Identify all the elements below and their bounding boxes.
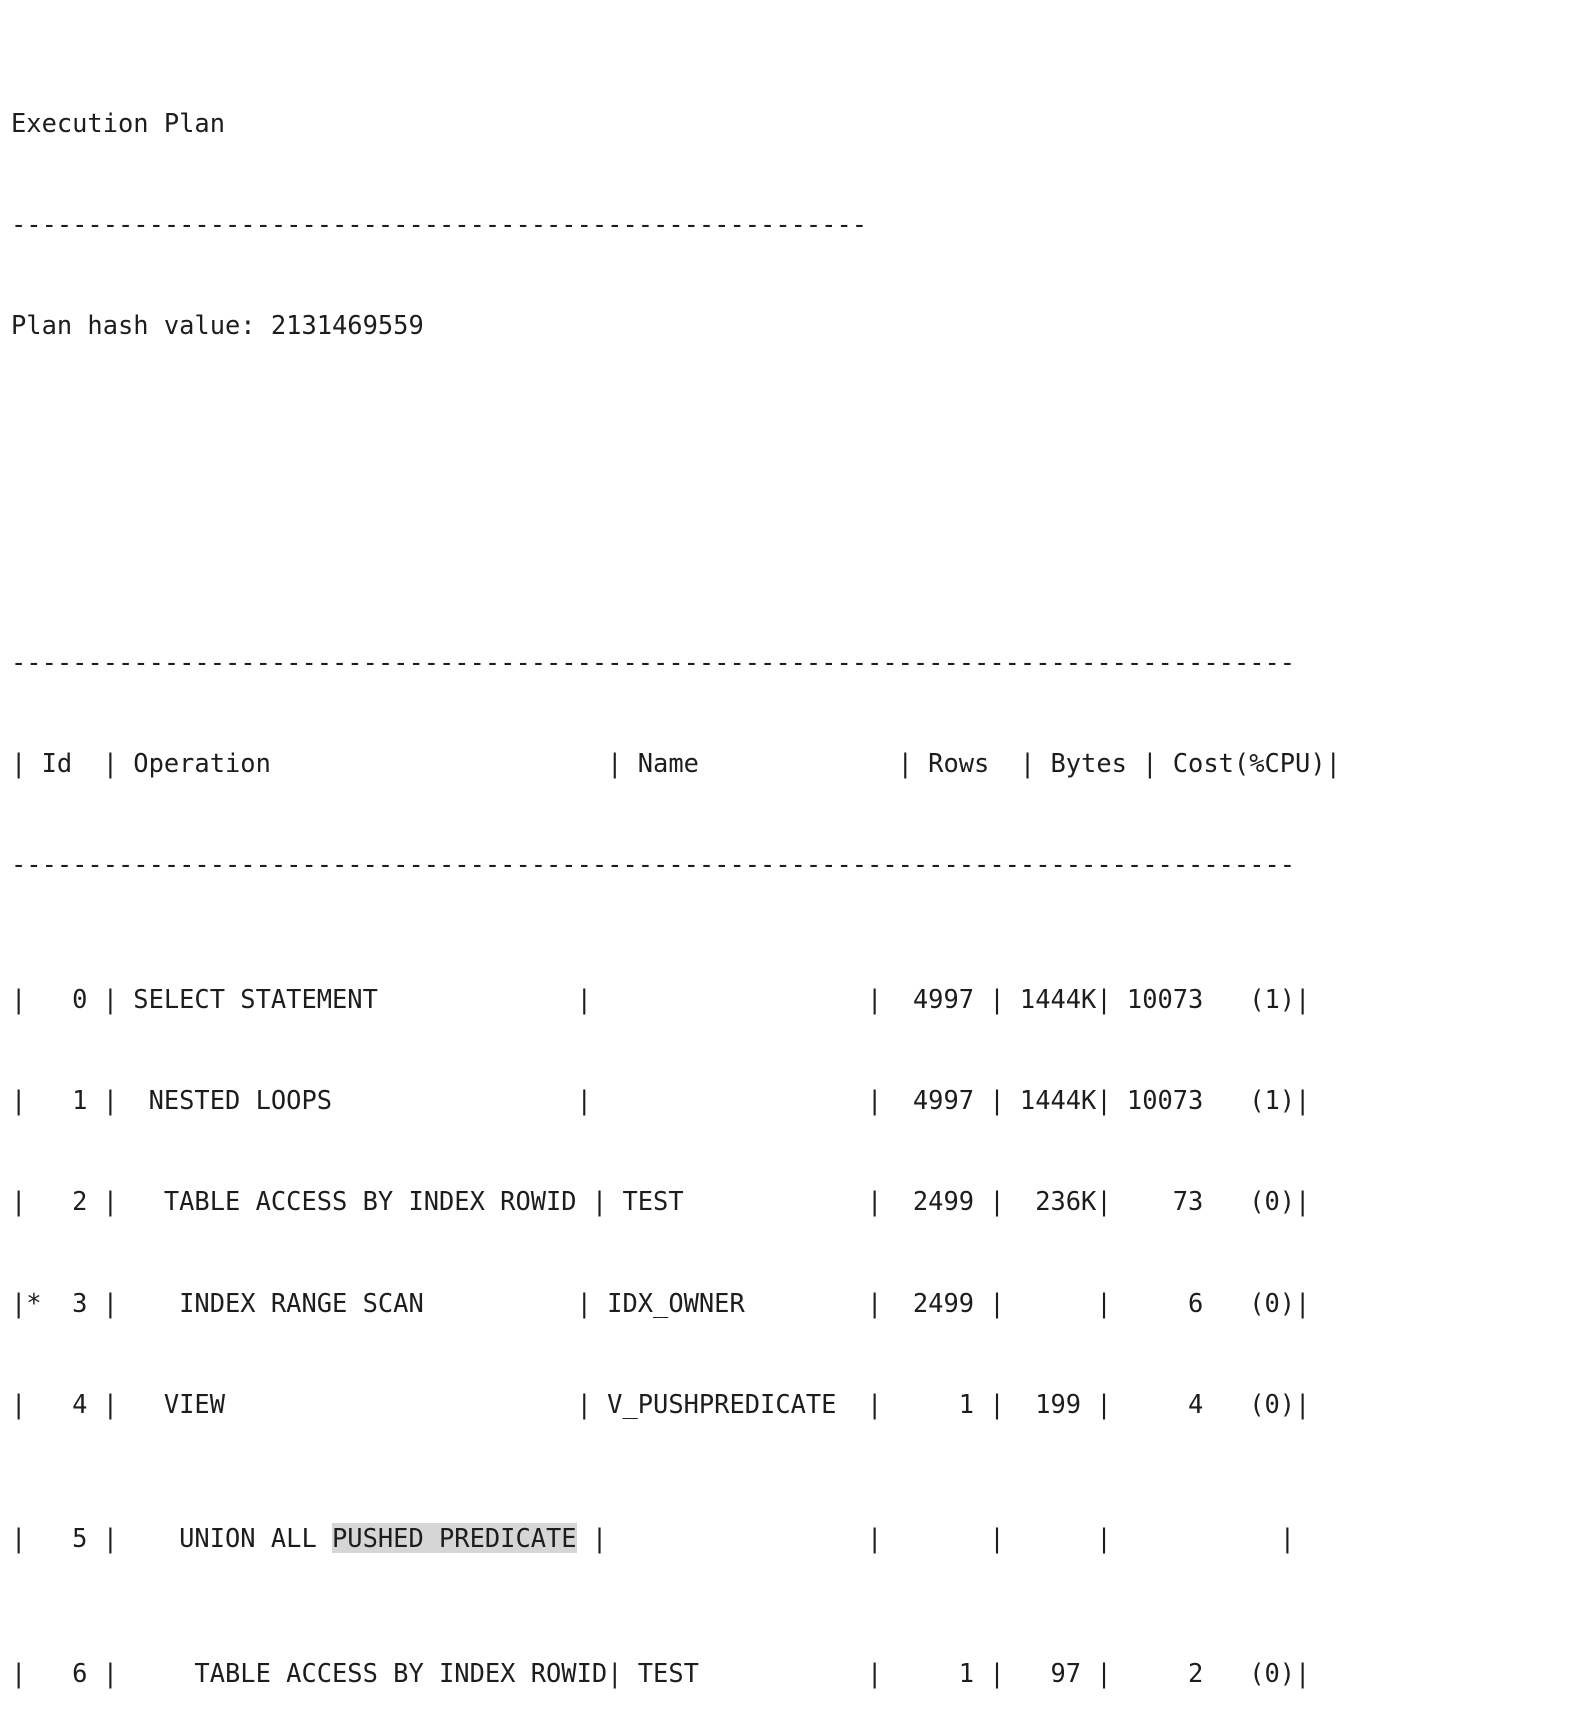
row-suffix-5: | | | | |	[576, 1523, 1296, 1554]
plan-table-header-rule: ----------------------------------------…	[11, 849, 1296, 880]
pushed-predicate-highlight: PUSHED PREDICATE	[332, 1523, 577, 1554]
table-row: | 6 | TABLE ACCESS BY INDEX ROWID| TEST …	[11, 1658, 1311, 1689]
table-row: | 2 | TABLE ACCESS BY INDEX ROWID | TEST…	[11, 1186, 1311, 1217]
table-row: |* 3 | INDEX RANGE SCAN | IDX_OWNER | 24…	[11, 1287, 1311, 1318]
table-row: | 1 | NESTED LOOPS | | 4997 | 1444K| 100…	[11, 1085, 1311, 1116]
plan-title: Execution Plan	[11, 108, 226, 139]
blank-line-2	[11, 511, 1341, 545]
table-row: | 4 | VIEW | V_PUSHPREDICATE | 1 | 199 |…	[11, 1388, 1311, 1419]
execution-plan-output: Execution Plan -------------------------…	[11, 6, 1341, 1736]
plan-table-top-rule: ----------------------------------------…	[11, 647, 1296, 678]
plan-table-header: | Id | Operation | Name | Rows | Bytes |…	[11, 748, 1341, 779]
plan-hash-value-line: Plan hash value: 2131469559	[11, 310, 424, 341]
blank-line-1	[11, 410, 1341, 444]
table-row: | 0 | SELECT STATEMENT | | 4997 | 1444K|…	[11, 984, 1311, 1015]
table-row-highlighted: | 5 | UNION ALL PUSHED PREDICATE | | | |…	[11, 1522, 1341, 1556]
plan-title-rule: ----------------------------------------…	[11, 209, 868, 240]
row-prefix-5: | 5 | UNION ALL	[11, 1523, 333, 1554]
